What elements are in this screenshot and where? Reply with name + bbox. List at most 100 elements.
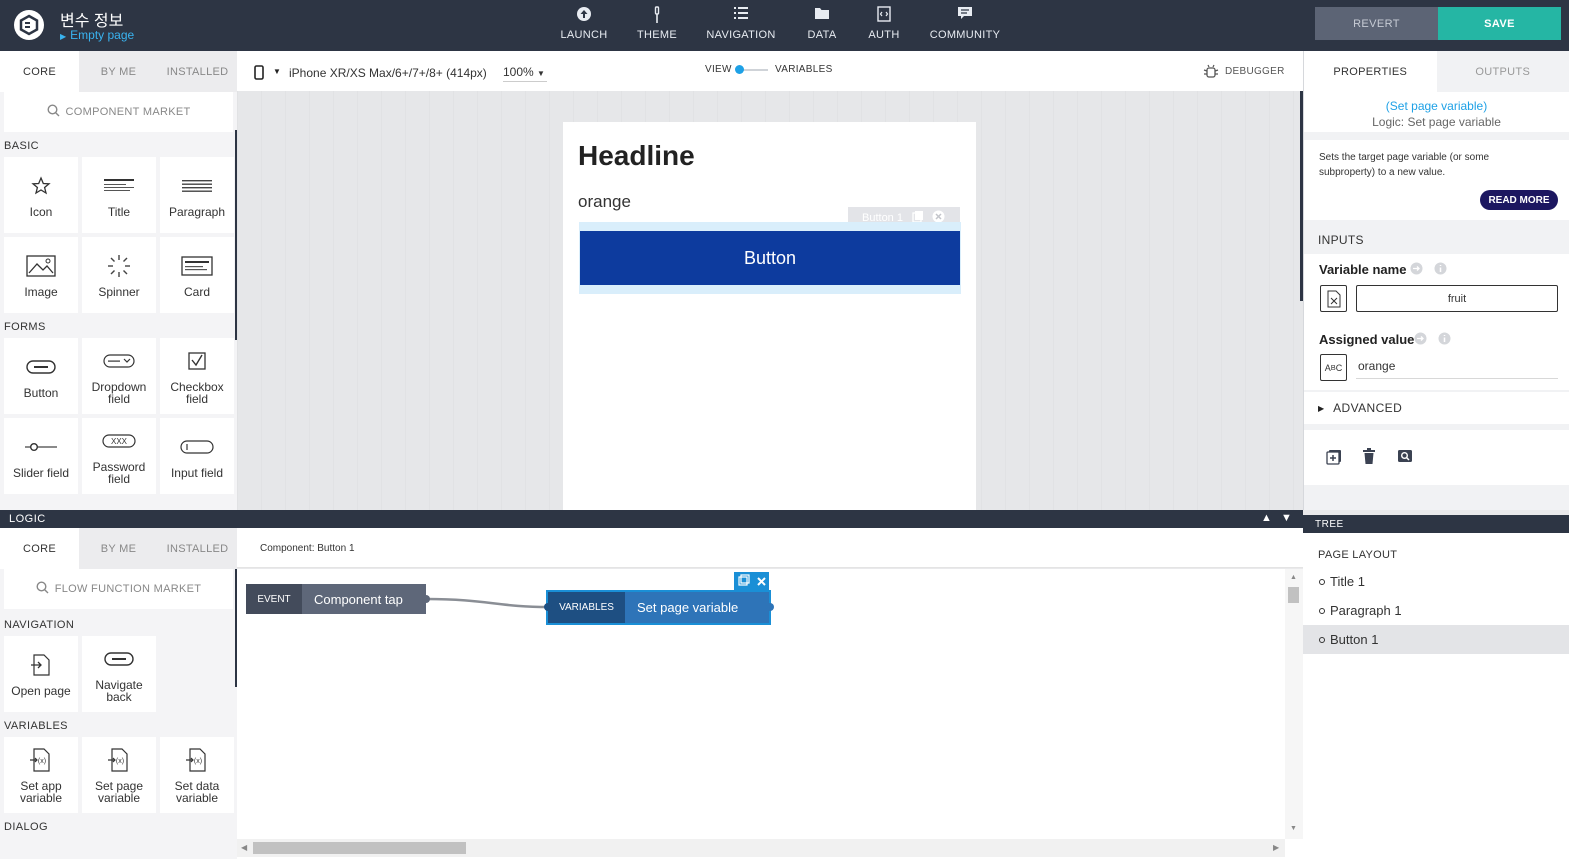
tree-item-button-1[interactable]: Button 1: [1303, 625, 1569, 654]
nav-navigation[interactable]: NAVIGATION: [701, 6, 781, 41]
tab-core[interactable]: CORE: [0, 528, 79, 569]
info-icon[interactable]: [1438, 332, 1451, 350]
text-type-icon[interactable]: ABC: [1320, 354, 1347, 381]
flow-name[interactable]: (Set page variable): [1304, 99, 1569, 113]
variable-type-icon[interactable]: [1320, 285, 1347, 312]
vertical-scroll-thumb[interactable]: [1288, 587, 1299, 603]
scroll-down-icon[interactable]: ▼: [1290, 825, 1297, 832]
function-navigate-back[interactable]: Navigate back: [82, 636, 156, 712]
auth-icon: [844, 6, 924, 24]
tree-item-paragraph-1[interactable]: Paragraph 1: [1303, 596, 1569, 625]
info-icon[interactable]: [1434, 262, 1447, 280]
link-arrow-icon[interactable]: [1410, 262, 1423, 280]
form-components-grid: Button Dropdown field Checkbox field Sli…: [0, 338, 237, 494]
horizontal-scrollbar[interactable]: ◀ ▶: [237, 839, 1285, 857]
close-icon[interactable]: [756, 573, 766, 591]
dropdown-icon: [103, 347, 135, 375]
output-port[interactable]: [766, 603, 774, 611]
tree-item-title-1[interactable]: Title 1: [1303, 567, 1569, 596]
properties-tabs: PROPERTIES OUTPUTS: [1304, 51, 1569, 92]
card-icon: [181, 252, 213, 280]
nav-theme[interactable]: THEME: [617, 6, 697, 41]
function-set-app-variable[interactable]: (x) Set app variable: [4, 737, 78, 813]
horizontal-scroll-thumb[interactable]: [253, 842, 466, 854]
function-label: Set page variable: [94, 779, 144, 805]
link-arrow-icon[interactable]: [1414, 332, 1427, 350]
app-logo-icon[interactable]: [14, 10, 44, 40]
tab-by-me[interactable]: BY ME: [79, 528, 158, 569]
variable-name-label: Variable name: [1319, 262, 1407, 277]
tree-title: TREE: [1315, 519, 1344, 530]
set-page-variable-node[interactable]: VARIABLES Set page variable: [546, 590, 771, 625]
component-password-field[interactable]: XXX Password field: [82, 418, 156, 494]
zoom-selector[interactable]: 100% ▼: [503, 65, 547, 82]
read-more-button[interactable]: READ MORE: [1480, 190, 1558, 210]
scroll-right-icon[interactable]: ▶: [1273, 843, 1279, 852]
save-button[interactable]: SAVE: [1438, 7, 1561, 40]
function-set-data-variable[interactable]: (x) Set data variable: [160, 737, 234, 813]
tab-properties[interactable]: PROPERTIES: [1304, 51, 1437, 92]
page-selector[interactable]: ▶ Empty page: [60, 28, 134, 42]
nav-launch[interactable]: LAUNCH: [544, 6, 624, 41]
copy-icon[interactable]: [737, 573, 750, 591]
component-icon[interactable]: Icon: [4, 157, 78, 233]
debugger-button[interactable]: DEBUGGER: [1225, 66, 1285, 77]
output-port[interactable]: [422, 595, 430, 603]
function-open-page[interactable]: Open page: [4, 636, 78, 712]
component-slider-field[interactable]: Slider field: [4, 418, 78, 494]
nav-data-label: DATA: [807, 29, 837, 41]
component-market-label: COMPONENT MARKET: [65, 106, 191, 118]
component-input-field[interactable]: Input field: [160, 418, 234, 494]
delete-icon[interactable]: [1362, 448, 1376, 470]
nav-auth[interactable]: AUTH: [844, 6, 924, 41]
device-dropdown-caret-icon[interactable]: ▼: [273, 67, 281, 76]
scroll-left-icon[interactable]: ◀: [241, 843, 247, 852]
advanced-toggle[interactable]: ▶ ADVANCED: [1304, 392, 1569, 424]
tab-installed[interactable]: INSTALLED: [158, 528, 237, 569]
component-market-link[interactable]: COMPONENT MARKET: [4, 92, 233, 132]
component-dropdown-field[interactable]: Dropdown field: [82, 338, 156, 414]
svg-text:(x): (x): [116, 758, 124, 765]
add-icon[interactable]: [1326, 449, 1342, 470]
assigned-value-label: Assigned value: [1319, 332, 1415, 347]
device-selector[interactable]: iPhone XR/XS Max/6+/7+/8+ (414px): [289, 66, 487, 80]
inputs-title: INPUTS: [1318, 233, 1364, 247]
nav-community-label: COMMUNITY: [929, 29, 1001, 41]
variables-label[interactable]: VARIABLES: [775, 64, 833, 75]
tab-core[interactable]: CORE: [0, 51, 79, 92]
component-checkbox-field[interactable]: Checkbox field: [160, 338, 234, 414]
slider-icon: [24, 433, 58, 461]
paragraph-text[interactable]: orange: [578, 192, 631, 212]
collapse-up-icon[interactable]: ▲: [1261, 512, 1272, 524]
input-port[interactable]: [544, 603, 552, 611]
component-paragraph[interactable]: Paragraph: [160, 157, 234, 233]
preview-button[interactable]: Button: [580, 231, 960, 285]
event-node[interactable]: EVENT Component tap: [246, 584, 426, 614]
component-image[interactable]: Image: [4, 237, 78, 313]
component-button[interactable]: Button: [4, 338, 78, 414]
view-toggle-knob[interactable]: [735, 65, 744, 74]
scroll-up-icon[interactable]: ▲: [1290, 574, 1297, 581]
variable-name-field[interactable]: fruit: [1356, 285, 1558, 312]
search-icon: [36, 581, 49, 597]
flow-canvas: EVENT Component tap VARIABLES Set page v…: [237, 569, 1303, 859]
function-set-page-variable[interactable]: (x) Set page variable: [82, 737, 156, 813]
view-label[interactable]: VIEW: [705, 64, 732, 75]
assigned-value-field[interactable]: orange: [1356, 355, 1558, 379]
headline-text[interactable]: Headline: [578, 140, 695, 172]
flow-function-market-link[interactable]: FLOW FUNCTION MARKET: [4, 569, 233, 609]
inspect-icon[interactable]: [1397, 449, 1413, 468]
tree-header: TREE: [1303, 515, 1569, 533]
nav-community[interactable]: COMMUNITY: [925, 6, 1005, 41]
tab-installed[interactable]: INSTALLED: [158, 51, 237, 92]
component-card[interactable]: Card: [160, 237, 234, 313]
collapse-down-icon[interactable]: ▼: [1281, 512, 1292, 524]
revert-button[interactable]: REVERT: [1315, 7, 1438, 40]
community-icon: [925, 6, 1005, 24]
navigation-functions-grid: Open page Navigate back: [0, 636, 237, 712]
tab-outputs[interactable]: OUTPUTS: [1437, 51, 1569, 92]
component-spinner[interactable]: Spinner: [82, 237, 156, 313]
component-title[interactable]: Title: [82, 157, 156, 233]
vertical-scrollbar[interactable]: ▲ ▼: [1285, 569, 1303, 839]
tab-by-me[interactable]: BY ME: [79, 51, 158, 92]
